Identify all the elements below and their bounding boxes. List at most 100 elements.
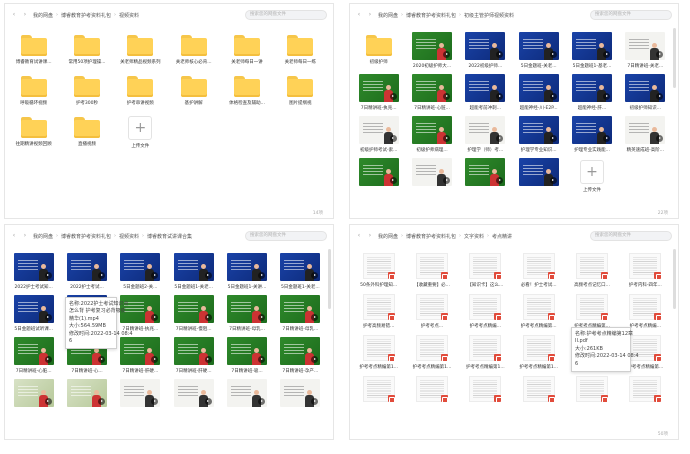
doc-item[interactable]: 护考高频易错... (356, 290, 401, 329)
doc-item[interactable] (569, 372, 614, 405)
folder-item[interactable]: 体格检查及辅助... (224, 69, 269, 106)
doc-item[interactable]: 护考考点精编... (623, 290, 668, 329)
video-item[interactable]: 5日金题班1-关老... (278, 249, 323, 290)
folder-item[interactable]: 常用50项护理操... (64, 28, 109, 65)
video-item[interactable]: 2022初级护师... (463, 28, 508, 69)
doc-item[interactable]: 护考内科-四年... (623, 249, 668, 288)
doc-item[interactable] (463, 372, 508, 405)
doc-item[interactable]: 护考考点精编第1... (409, 331, 454, 370)
doc-item[interactable]: 护考考点精编第1... (356, 331, 401, 370)
video-item[interactable]: 超能考前冲刺... (463, 70, 508, 111)
video-item[interactable] (516, 154, 561, 193)
forward-arrow-icon[interactable]: › (367, 4, 373, 26)
forward-arrow-icon[interactable]: › (22, 225, 28, 247)
video-item[interactable] (409, 154, 454, 193)
video-item[interactable]: 2022护士考试... (64, 249, 109, 290)
video-item[interactable]: 7日精讲班-吸... (224, 333, 269, 374)
doc-item[interactable]: 护考考点精编第... (569, 290, 614, 329)
folder-item[interactable]: 关老师每日一练 (278, 28, 323, 65)
doc-item[interactable] (409, 372, 454, 405)
search-input[interactable]: 搜索您的网盘文件 (590, 231, 672, 241)
video-item[interactable] (11, 375, 56, 410)
video-item[interactable]: 5日金题班1-基老... (569, 28, 614, 69)
search-input[interactable]: 搜索您的网盘文件 (590, 10, 672, 20)
doc-item[interactable]: 【知识卡】这么... (463, 249, 508, 288)
video-item[interactable]: 7日精讲班-肝硬... (171, 333, 216, 374)
video-item[interactable] (278, 375, 323, 410)
breadcrumb-item[interactable]: 博睿教育护考资料礼包 (406, 12, 456, 19)
breadcrumb-item[interactable]: 博睿教育护考资料礼包 (61, 12, 111, 19)
doc-item[interactable]: 护考考点精编第1... (516, 331, 561, 370)
video-item[interactable]: 2020初级护师大... (409, 28, 454, 69)
breadcrumb-item[interactable]: 考点精讲 (492, 233, 512, 240)
video-item[interactable] (171, 375, 216, 410)
video-item[interactable] (356, 154, 401, 193)
doc-item[interactable] (516, 372, 561, 405)
back-arrow-icon[interactable]: ‹ (356, 4, 362, 26)
video-item[interactable]: 2022护士考试知... (11, 249, 56, 290)
breadcrumb-item[interactable]: 我的网盘 (33, 12, 53, 19)
video-item[interactable]: 初级护师知识... (623, 70, 668, 111)
breadcrumb-item[interactable]: 文字资料 (464, 233, 484, 240)
video-item[interactable]: 初级护师考试-索... (356, 112, 401, 153)
search-input[interactable]: 搜索您的网盘文件 (245, 231, 327, 241)
video-item[interactable]: 护理学（师）考... (463, 112, 508, 153)
video-item[interactable]: 7日精讲班-母乳... (278, 291, 323, 332)
video-item[interactable]: 7日精讲班-执兆... (356, 70, 401, 111)
breadcrumb-item[interactable]: 博睿教育试讲课合集 (147, 233, 192, 240)
breadcrumb-item[interactable]: 视频资料 (119, 233, 139, 240)
breadcrumb-item[interactable]: 博睿教育护考资料礼包 (406, 233, 456, 240)
folder-item[interactable]: 往期精讲视频回顾 (11, 110, 56, 149)
video-item[interactable]: 5日金题班1-关讲... (224, 249, 269, 290)
scrollbar[interactable] (673, 249, 676, 309)
video-item[interactable]: 5日金题班-关老... (516, 28, 561, 69)
video-item[interactable]: 护理学专业知识... (516, 112, 561, 153)
back-arrow-icon[interactable]: ‹ (356, 225, 362, 247)
breadcrumb-item[interactable]: 初级主管护师视频资料 (464, 12, 514, 19)
doc-item[interactable]: 必看！护士考试... (516, 249, 561, 288)
doc-item[interactable]: 护考考点精编... (463, 290, 508, 329)
breadcrumb-item[interactable]: 博睿教育护考资料礼包 (61, 233, 111, 240)
doc-item[interactable]: 护考考点精编第... (516, 290, 561, 329)
breadcrumb-item[interactable]: 我的网盘 (378, 12, 398, 19)
doc-item[interactable]: 高频考点记忆口... (569, 249, 614, 288)
folder-item[interactable]: 基护讲解 (171, 69, 216, 106)
upload-file-tile[interactable]: + 上传文件 (118, 110, 163, 149)
doc-item[interactable]: 护考考点精编第1... (463, 331, 508, 370)
video-item[interactable]: 超能神经-肝... (569, 70, 614, 111)
doc-item[interactable]: 护考考点... (409, 290, 454, 329)
folder-item[interactable]: 护考300秒 (64, 69, 109, 106)
video-item[interactable]: 护理专业实践能... (569, 112, 614, 153)
video-item[interactable]: 5日金题班1-关老... (171, 249, 216, 290)
folder-item[interactable]: 图片提纲视 (278, 69, 323, 106)
video-item[interactable]: 超能神经-川-E2P... (516, 70, 561, 111)
doc-item[interactable] (356, 372, 401, 405)
video-item[interactable]: 7日精讲班-心脏... (409, 70, 454, 111)
video-item[interactable] (224, 375, 269, 410)
back-arrow-icon[interactable]: ‹ (11, 225, 17, 247)
video-item[interactable]: 初级护师病理... (409, 112, 454, 153)
video-item[interactable]: 7日精讲班-关老... (623, 28, 668, 69)
scrollbar[interactable] (673, 28, 676, 88)
folder-item[interactable]: 直播视频 (64, 110, 109, 149)
scrollbar[interactable] (328, 249, 331, 309)
video-item[interactable]: 7日精讲班-肝硬... (118, 333, 163, 374)
folder-item[interactable]: 关老师核心必背... (171, 28, 216, 65)
back-arrow-icon[interactable]: ‹ (11, 4, 17, 26)
folder-item[interactable]: 初级护师 (356, 28, 401, 69)
folder-item[interactable]: 护考串讲视频 (118, 69, 163, 106)
video-item[interactable]: 精英速成班-高阶... (623, 112, 668, 153)
folder-item[interactable]: 关老师精品视频系列 (118, 28, 163, 65)
video-item[interactable] (463, 154, 508, 193)
breadcrumb-item[interactable]: 视频资料 (119, 12, 139, 19)
search-input[interactable]: 搜索您的网盘文件 (245, 10, 327, 20)
video-item[interactable]: 7日精讲班-母乳... (224, 291, 269, 332)
breadcrumb-item[interactable]: 我的网盘 (33, 233, 53, 240)
video-item[interactable] (118, 375, 163, 410)
folder-item[interactable]: 博睿教育试讲课... (11, 28, 56, 65)
video-item[interactable]: 7日精讲班-慢阻... (171, 291, 216, 332)
video-item[interactable] (64, 375, 109, 410)
folder-item[interactable]: 呼吸循环视频 (11, 69, 56, 106)
doc-item[interactable]: 【收藏重要】必... (409, 249, 454, 288)
doc-item[interactable]: 50条外科护理知... (356, 249, 401, 288)
